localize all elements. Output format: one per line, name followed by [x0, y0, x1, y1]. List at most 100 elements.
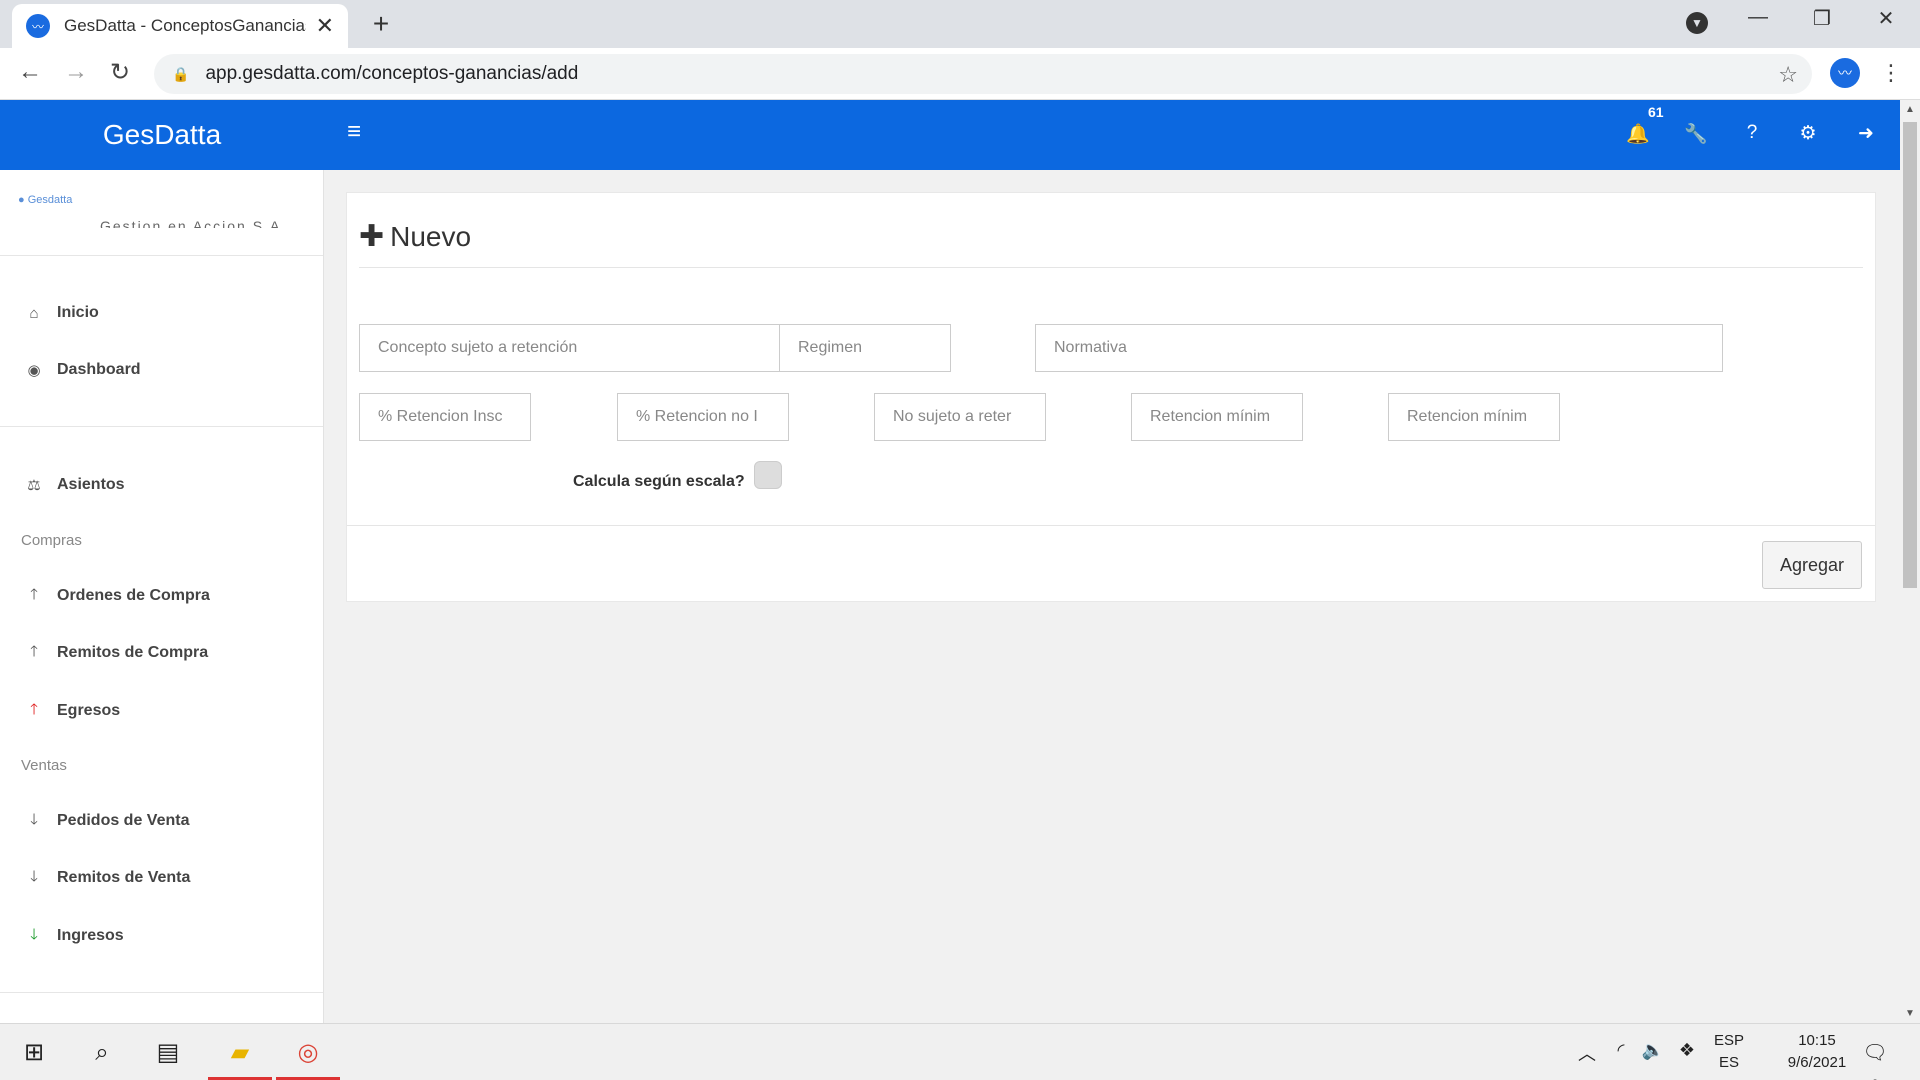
browser-tabbar: 〰 GesDatta - ConceptosGanancias ✕ + ▼ — … — [0, 0, 1920, 48]
forward-icon[interactable]: → — [60, 58, 92, 86]
close-window-icon[interactable]: ✕ — [1866, 6, 1906, 31]
bell-icon[interactable]: 🔔 — [1624, 122, 1652, 146]
sidebar-item-label: Asientos — [57, 476, 125, 493]
normativa-input[interactable] — [1035, 324, 1723, 372]
bookmark-star-icon[interactable]: ☆ — [1778, 62, 1798, 88]
sidebar-item-remitos-venta[interactable]: 🡓 Remitos de Venta — [0, 858, 323, 898]
app-header: GesDatta ≡ 61 🔔 🔧 ? ⚙ ➜ — [0, 100, 1900, 170]
sidebar-item-label: Pedidos de Venta — [57, 812, 190, 829]
address-url: app.gesdatta.com/conceptos-ganancias/add — [205, 63, 579, 84]
clock-date: 9/6/2021 — [1787, 1054, 1847, 1071]
sidebar-divider — [0, 992, 323, 993]
language-indicator[interactable]: ESP ES — [1714, 1030, 1744, 1074]
title-divider — [359, 267, 1863, 268]
sidebar-item-label: Inicio — [57, 304, 99, 321]
sidebar-section-ventas: Ventas — [21, 757, 67, 774]
address-bar[interactable]: 🔒 app.gesdatta.com/conceptos-ganancias/a… — [154, 54, 1812, 94]
sidebar: ● Gesdatta Gestion en Accion S.A. ⌂ Inic… — [0, 170, 324, 1023]
sidebar-item-label: Remitos de Compra — [57, 644, 209, 661]
wrench-icon[interactable]: 🔧 — [1682, 122, 1710, 146]
notification-count-badge: 61 — [1648, 104, 1664, 120]
dashboard-icon: ◉ — [27, 362, 41, 379]
concepto-input[interactable] — [359, 324, 790, 372]
arrow-up-icon: 🡑 — [30, 642, 38, 660]
retencion-no-inscripto-input[interactable] — [617, 393, 789, 441]
dropbox-icon[interactable]: ❖ — [1674, 1040, 1700, 1061]
clock-time: 10:15 — [1798, 1032, 1836, 1049]
chrome-icon[interactable]: ◎ — [276, 1036, 340, 1080]
sidebar-divider — [0, 426, 323, 427]
plus-icon: ✚ — [359, 220, 385, 253]
page-title: ✚ Nuevo — [359, 221, 471, 253]
new-concept-card: ✚ Nuevo Calcula según escala? Agregar — [346, 192, 1876, 602]
reload-icon[interactable]: ↻ — [104, 58, 136, 87]
sidebar-item-label: Egresos — [57, 702, 121, 719]
file-explorer-icon[interactable]: ▰ — [208, 1036, 272, 1080]
settings-gears-icon[interactable]: ⚙ — [1794, 122, 1822, 145]
system-clock[interactable]: 10:15 9/6/2021 — [1762, 1030, 1872, 1074]
close-tab-icon[interactable]: ✕ — [316, 13, 334, 39]
minimize-icon[interactable]: — — [1738, 6, 1778, 29]
language-top: ESP — [1714, 1032, 1745, 1049]
brand-logo[interactable]: GesDatta — [0, 100, 324, 170]
back-icon[interactable]: ← — [14, 58, 46, 86]
company-logo-text: Gesdatta — [27, 194, 73, 206]
lock-icon: 🔒 — [172, 65, 190, 82]
sidebar-item-egresos[interactable]: 🡑 Egresos — [0, 691, 323, 731]
chrome-media-icon[interactable]: ▼ — [1686, 12, 1708, 34]
scroll-up-icon[interactable]: ▲ — [1900, 104, 1920, 115]
browser-tab-title: GesDatta - ConceptosGanancias — [64, 16, 306, 35]
sidebar-item-ingresos[interactable]: 🡓 Ingresos — [0, 916, 323, 956]
sidebar-item-asientos[interactable]: ⚖ Asientos — [0, 465, 323, 505]
browser-menu-icon[interactable]: ⋮ — [1880, 58, 1902, 88]
arrow-down-icon: 🡓 — [30, 867, 38, 885]
sidebar-item-label: Dashboard — [57, 361, 141, 378]
profile-avatar-icon[interactable]: 〰 — [1830, 58, 1860, 88]
page-scrollbar[interactable]: ▲ ▼ — [1900, 100, 1920, 1023]
new-tab-icon[interactable]: + — [366, 8, 396, 40]
gesdatta-favicon-icon: 〰 — [26, 14, 50, 38]
arrow-up-icon: 🡑 — [30, 700, 38, 718]
sidebar-item-label: Remitos de Venta — [57, 869, 191, 886]
tray-chevron-up-icon[interactable]: ︿ — [1574, 1040, 1600, 1066]
scrollbar-thumb[interactable] — [1903, 122, 1917, 588]
retencion-minima-2-input[interactable] — [1388, 393, 1560, 441]
footer-divider — [347, 525, 1875, 526]
arrow-up-icon: 🡑 — [30, 585, 38, 603]
browser-tab[interactable]: 〰 GesDatta - ConceptosGanancias ✕ — [12, 4, 348, 48]
logout-icon[interactable]: ➜ — [1852, 122, 1880, 145]
sidebar-company-block: ● Gesdatta Gestion en Accion S.A. — [0, 170, 323, 256]
browser-toolbar: ← → ↻ 🔒 app.gesdatta.com/conceptos-ganan… — [0, 48, 1920, 100]
volume-icon[interactable]: 🔈 — [1640, 1040, 1666, 1061]
home-icon: ⌂ — [29, 304, 39, 322]
retencion-inscripto-input[interactable] — [359, 393, 531, 441]
search-icon[interactable]: ⌕ — [84, 1036, 120, 1070]
balance-scale-icon: ⚖ — [27, 477, 41, 494]
sidebar-item-pedidos-venta[interactable]: 🡓 Pedidos de Venta — [0, 801, 323, 841]
network-icon[interactable]: ◜ — [1608, 1040, 1634, 1061]
arrow-down-icon: 🡓 — [30, 925, 38, 943]
language-bottom: ES — [1718, 1054, 1739, 1071]
page-title-text: Nuevo — [390, 221, 472, 252]
hamburger-menu-icon[interactable]: ≡ — [342, 118, 366, 146]
sidebar-item-remitos-compra[interactable]: 🡑 Remitos de Compra — [0, 633, 323, 673]
sidebar-item-dashboard[interactable]: ◉ Dashboard — [0, 350, 323, 390]
scroll-down-icon[interactable]: ▼ — [1900, 1008, 1920, 1019]
retencion-minima-1-input[interactable] — [1131, 393, 1303, 441]
no-sujeto-retencion-input[interactable] — [874, 393, 1046, 441]
windows-taskbar: ⊞ ⌕ ▤ ▰ ◎ ︿ ◜ 🔈 ❖ ESP ES 10:15 9/6/2021 … — [0, 1023, 1920, 1080]
sidebar-item-inicio[interactable]: ⌂ Inicio — [0, 293, 323, 333]
restore-icon[interactable]: ❐ — [1802, 6, 1842, 31]
calcula-escala-checkbox[interactable] — [754, 461, 782, 489]
arrow-down-icon: 🡓 — [30, 810, 38, 828]
company-name: Gestion en Accion S.A. — [100, 218, 288, 228]
sidebar-item-label: Ordenes de Compra — [57, 587, 210, 604]
task-view-icon[interactable]: ▤ — [150, 1036, 186, 1070]
sidebar-section-compras: Compras — [21, 532, 82, 549]
help-icon[interactable]: ? — [1738, 122, 1766, 144]
agregar-button[interactable]: Agregar — [1762, 541, 1862, 589]
regimen-input[interactable] — [779, 324, 951, 372]
windows-start-icon[interactable]: ⊞ — [16, 1036, 52, 1070]
sidebar-item-ordenes-compra[interactable]: 🡑 Ordenes de Compra — [0, 576, 323, 616]
action-center-icon[interactable]: 🗨2 — [1860, 1040, 1890, 1080]
